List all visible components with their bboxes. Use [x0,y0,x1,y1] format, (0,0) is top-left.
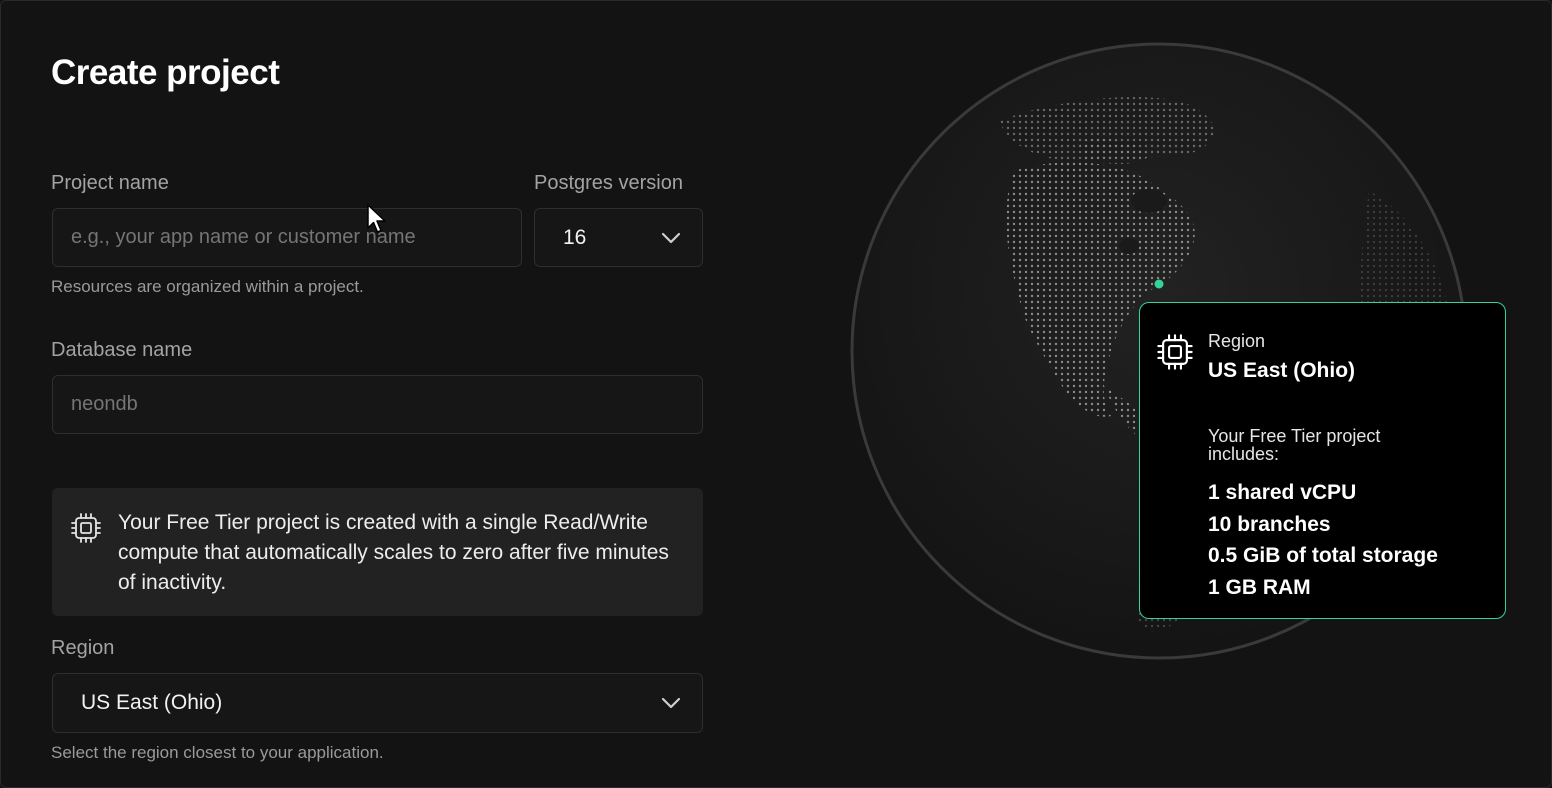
tooltip-region-label: Region [1208,331,1266,351]
cpu-chip-icon [70,512,102,544]
feature-item: 10 branches [1208,512,1331,536]
postgres-version-label: Postgres version [534,172,683,194]
project-name-hint: Resources are organized within a project… [51,277,364,296]
region-select-value: US East (Ohio) [81,691,223,714]
free-tier-info-text: Your Free Tier project is created with a… [118,511,669,594]
postgres-version-value: 16 [563,225,587,249]
database-name-input[interactable] [52,375,703,434]
create-project-page: Create project Project name Resources ar… [0,0,1552,788]
feature-item: 0.5 GiB of total storage [1208,544,1438,567]
region-marker [1154,279,1164,289]
feature-item: 1 GB RAM [1208,575,1311,599]
feature-item: 1 shared vCPU [1208,481,1357,504]
region-select[interactable]: US East (Ohio) [52,673,703,733]
project-name-label: Project name [51,172,169,194]
region-tooltip-card: Region US East (Ohio) Your Free Tier pro… [1139,302,1506,619]
page-title: Create project [51,53,280,92]
project-name-input[interactable] [52,208,522,267]
mouse-cursor-icon [367,204,387,234]
region-label: Region [51,637,115,659]
cpu-chip-icon [1156,333,1194,371]
tooltip-region-name: US East (Ohio) [1208,359,1356,382]
region-hint: Select the region closest to your applic… [51,743,384,762]
chevron-down-icon [660,692,682,714]
free-tier-info-box: Your Free Tier project is created with a… [52,488,703,616]
chevron-down-icon [660,227,682,249]
tooltip-feature-list: 1 shared vCPU 10 branches 0.5 GiB of tot… [1208,477,1438,603]
database-name-label: Database name [51,339,193,361]
postgres-version-select[interactable]: 16 [534,208,703,267]
tooltip-includes-label: Your Free Tier project includes: [1208,426,1381,464]
